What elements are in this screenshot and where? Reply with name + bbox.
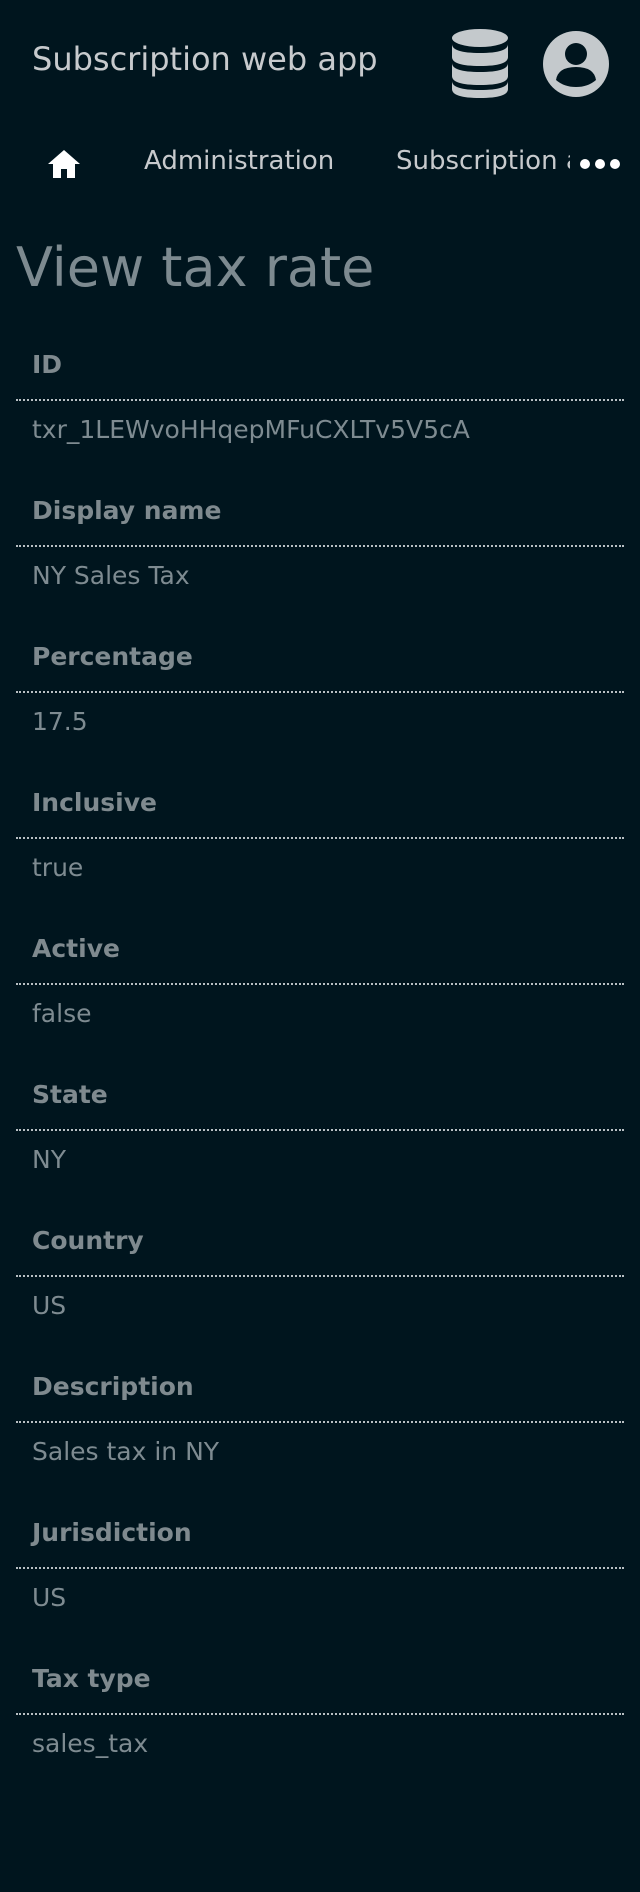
field-label: State bbox=[32, 1080, 108, 1109]
user-circle-icon bbox=[543, 31, 609, 97]
divider bbox=[16, 1421, 624, 1423]
field-value: Sales tax in NY bbox=[32, 1437, 220, 1466]
breadcrumb-home[interactable] bbox=[46, 148, 82, 180]
field-description: Description Sales tax in NY bbox=[16, 1352, 624, 1498]
field-value: US bbox=[32, 1583, 67, 1612]
field-display-name: Display name NY Sales Tax bbox=[16, 476, 624, 622]
field-country: Country US bbox=[16, 1206, 624, 1352]
divider bbox=[16, 691, 624, 693]
field-value: 17.5 bbox=[32, 707, 88, 736]
field-label: ID bbox=[32, 350, 63, 379]
field-inclusive: Inclusive true bbox=[16, 768, 624, 914]
app-title[interactable]: Subscription web app bbox=[32, 40, 378, 78]
breadcrumb-more-button[interactable] bbox=[578, 152, 622, 176]
more-horizontal-icon bbox=[580, 159, 620, 169]
field-id: ID txr_1LEWvoHHqepMFuCXLTv5V5cA bbox=[16, 330, 624, 476]
divider bbox=[16, 545, 624, 547]
field-label: Country bbox=[32, 1226, 144, 1255]
field-label: Jurisdiction bbox=[32, 1518, 192, 1547]
divider bbox=[16, 1129, 624, 1131]
top-bar: Subscription web app bbox=[0, 0, 640, 125]
breadcrumb: Administration Subscription a bbox=[0, 130, 640, 196]
field-state: State NY bbox=[16, 1060, 624, 1206]
field-label: Display name bbox=[32, 496, 222, 525]
field-value: sales_tax bbox=[32, 1729, 149, 1758]
page-title: View tax rate bbox=[16, 236, 375, 299]
field-value: txr_1LEWvoHHqepMFuCXLTv5V5cA bbox=[32, 415, 470, 444]
field-value: NY Sales Tax bbox=[32, 561, 190, 590]
breadcrumb-subscription[interactable]: Subscription a bbox=[396, 146, 570, 176]
field-label: Active bbox=[32, 934, 120, 963]
field-jurisdiction: Jurisdiction US bbox=[16, 1498, 624, 1644]
field-value: false bbox=[32, 999, 92, 1028]
field-percentage: Percentage 17.5 bbox=[16, 622, 624, 768]
breadcrumb-administration[interactable]: Administration bbox=[144, 146, 334, 176]
divider bbox=[16, 983, 624, 985]
divider bbox=[16, 1713, 624, 1715]
field-label: Percentage bbox=[32, 642, 193, 671]
divider bbox=[16, 399, 624, 401]
field-value: true bbox=[32, 853, 84, 882]
field-label: Tax type bbox=[32, 1664, 151, 1693]
tax-rate-details: ID txr_1LEWvoHHqepMFuCXLTv5V5cA Display … bbox=[16, 330, 624, 1790]
database-icon bbox=[452, 29, 508, 98]
account-button[interactable] bbox=[542, 30, 610, 98]
field-label: Inclusive bbox=[32, 788, 157, 817]
database-button[interactable] bbox=[448, 28, 512, 98]
home-icon bbox=[48, 150, 80, 178]
field-label: Description bbox=[32, 1372, 194, 1401]
divider bbox=[16, 1567, 624, 1569]
divider bbox=[16, 837, 624, 839]
divider bbox=[16, 1275, 624, 1277]
field-value: US bbox=[32, 1291, 67, 1320]
field-value: NY bbox=[32, 1145, 66, 1174]
field-active: Active false bbox=[16, 914, 624, 1060]
field-tax-type: Tax type sales_tax bbox=[16, 1644, 624, 1790]
